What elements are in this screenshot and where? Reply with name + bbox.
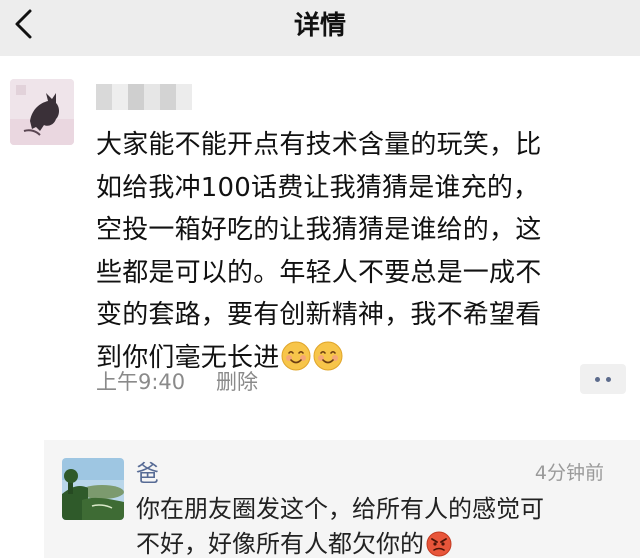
angry-face-emoji [426, 531, 452, 557]
post-text-line: 如给我冲100话费让我猜猜是谁充的， [96, 172, 540, 203]
comment-text-last-line: 不好，好像所有人都欠你的 [136, 527, 628, 558]
more-actions-button[interactable] [580, 364, 626, 394]
post-text-line: 空投一箱好吃的让我猜猜是谁给的，这 [96, 215, 542, 245]
comment-content: 你在朋友圈发这个，给所有人的感觉可 不好，好像所有人都欠你的 [136, 492, 628, 558]
post-timestamp: 上午9:40 [96, 370, 186, 394]
post-text-line: 变的套路，要有创新精神，我不希望看 [96, 300, 542, 330]
commenter-avatar[interactable] [62, 458, 124, 520]
smiling-face-emoji [313, 341, 343, 370]
post-author-avatar[interactable] [10, 79, 74, 145]
comment-text-line: 不好，好像所有人都欠你的 [136, 530, 424, 558]
commenter-name[interactable]: 爸 [136, 454, 159, 488]
post-text-line: 些都是可以的。年轻人不要总是一成不 [96, 257, 542, 288]
cat-avatar-image [10, 79, 74, 145]
post-author-name-blurred[interactable] [96, 84, 192, 110]
landscape-avatar-image [62, 458, 124, 520]
smiling-face-emoji [281, 341, 311, 370]
moments-detail-page: 详情 大家能不能开点有技术含量的玩笑，比 如给我冲100话费让我猜猜是谁充的， … [0, 0, 640, 558]
more-dots-icon [595, 376, 600, 382]
delete-post-link[interactable]: 删除 [216, 366, 258, 396]
comment-timestamp: 4分钟前 [534, 462, 604, 484]
comment-text-line: 你在朋友圈发这个，给所有人的感觉可 [136, 495, 544, 523]
more-dots-icon [606, 376, 611, 382]
post-text-line: 大家能不能开点有技术含量的玩笑，比 [96, 130, 542, 160]
post-content: 大家能不能开点有技术含量的玩笑，比 如给我冲100话费让我猜猜是谁充的， 空投一… [96, 124, 628, 379]
nav-bar: 详情 [0, 0, 640, 56]
comments-section: 爸 4分钟前 你在朋友圈发这个，给所有人的感觉可 不好，好像所有人都欠你的 [44, 440, 640, 558]
page-title: 详情 [293, 11, 346, 41]
